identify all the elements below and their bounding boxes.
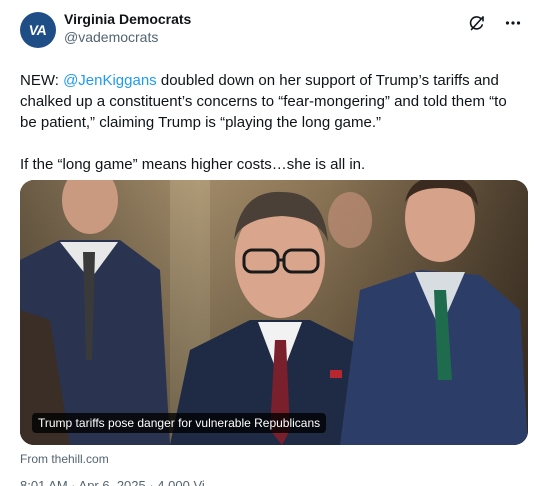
avatar-initials: VA bbox=[28, 22, 48, 38]
author-display-name[interactable]: Virginia Democrats bbox=[64, 10, 191, 28]
link-source[interactable]: From thehill.com bbox=[20, 452, 109, 466]
mention-link[interactable]: @JenKiggans bbox=[63, 72, 157, 89]
tweet-header: VA Virginia Democrats @vademocrats bbox=[20, 10, 528, 58]
link-card-image[interactable]: Trump tariffs pose danger for vulnerable… bbox=[20, 180, 528, 445]
tweet-card: VA Virginia Democrats @vademocrats NEW: … bbox=[0, 0, 538, 486]
link-card-caption: Trump tariffs pose danger for vulnerable… bbox=[32, 413, 327, 433]
tweet-text-lead: NEW: bbox=[20, 72, 64, 89]
tweet-meta: 8:01 AM · Apr 6, 2025 · 4,000 Vi bbox=[20, 478, 205, 486]
grok-icon[interactable] bbox=[468, 14, 486, 32]
author-handle[interactable]: @vademocrats bbox=[64, 28, 191, 46]
news-photo bbox=[20, 180, 528, 445]
header-actions bbox=[468, 14, 522, 32]
tweet-text: NEW: @JenKiggans doubled down on her sup… bbox=[20, 70, 528, 175]
avatar[interactable]: VA bbox=[20, 12, 56, 48]
author-names: Virginia Democrats @vademocrats bbox=[64, 10, 191, 46]
more-icon[interactable] bbox=[504, 14, 522, 32]
